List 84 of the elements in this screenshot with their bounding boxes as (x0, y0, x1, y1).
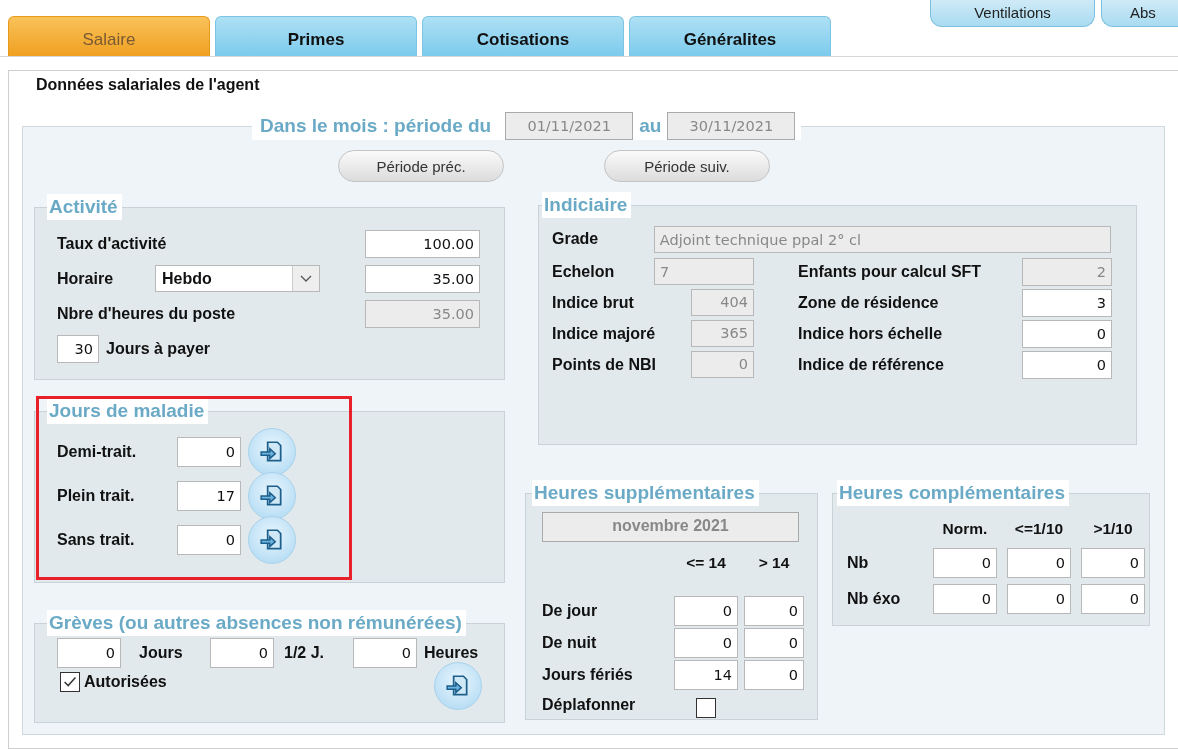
input-field[interactable]: 0 (744, 596, 804, 626)
input-field[interactable]: 3 (1022, 288, 1112, 317)
document-arrow-icon (259, 483, 285, 509)
input-field[interactable]: 30 (57, 334, 99, 363)
group-title: Activité (47, 194, 122, 220)
column-header: <=1/10 (1013, 520, 1065, 539)
column-header: Norm. (941, 520, 989, 539)
field-label: Grade (552, 230, 600, 248)
input-field[interactable]: 0 (1022, 319, 1112, 348)
import-button[interactable] (248, 472, 296, 520)
panel-title: Données salariales de l'agent (35, 75, 261, 95)
field-label: Plein trait. (57, 487, 136, 505)
group-title: Heures supplémentaires (532, 480, 759, 506)
field-label: De nuit (542, 634, 598, 652)
input-field[interactable]: 0 (353, 638, 417, 668)
toolbar-button[interactable]: Ventilations (930, 0, 1095, 27)
field-label: Taux d'activité (57, 234, 167, 253)
month-field: novembre 2021 (542, 512, 799, 542)
input-field[interactable]: 0 (744, 628, 804, 658)
field-label: Nb éxo (847, 590, 902, 608)
tab[interactable]: Primes (215, 16, 417, 56)
field-label: Nb (847, 554, 870, 572)
column-header: <= 14 (685, 553, 727, 573)
input-field[interactable]: 0 (674, 628, 738, 658)
group-title: Heures complémentaires (837, 480, 1069, 506)
document-arrow-icon (259, 527, 285, 553)
input-field[interactable]: 0 (210, 638, 274, 668)
field-label: Indice majoré (552, 324, 656, 343)
field-label: Points de NBI (552, 355, 656, 374)
field-label: 1/2 J. (283, 644, 326, 662)
input-field[interactable]: 0 (57, 638, 121, 668)
input-field[interactable]: 35.00 (365, 264, 480, 293)
period-label: Dans le mois : période du (260, 115, 492, 137)
input-field[interactable]: 0 (1007, 548, 1071, 578)
checkbox[interactable] (60, 672, 80, 692)
chevron-icon (292, 266, 319, 291)
group-title: Indiciaire (542, 192, 632, 218)
field-label: Nbre d'heures du poste (57, 304, 236, 323)
field-label: Indice brut (552, 293, 634, 312)
field-label: Déplafonner (542, 696, 637, 714)
input-field[interactable]: 0 (1022, 350, 1112, 379)
period-button[interactable]: Période suiv. (604, 150, 770, 182)
dropdown[interactable]: Hebdo (155, 265, 320, 292)
column-header: > 14 (757, 553, 791, 573)
input-field[interactable]: 0 (1007, 584, 1071, 614)
input-field[interactable]: 0 (933, 548, 997, 578)
input-field[interactable]: 0 (674, 596, 738, 626)
field-label: Horaire (57, 269, 115, 288)
field-label: Zone de résidence (798, 293, 939, 312)
column-header: >1/10 (1092, 520, 1134, 539)
field-label: Indice hors échelle (798, 324, 943, 343)
input-field[interactable]: 100.00 (365, 229, 480, 258)
group-title: Grèves (ou autres absences non rémunérées) (47, 610, 466, 636)
period-button[interactable]: Période préc. (338, 150, 504, 182)
tab[interactable]: Cotisations (422, 16, 624, 56)
field-label: De jour (542, 602, 599, 620)
field-label: Autorisées (84, 673, 167, 691)
document-arrow-icon (259, 439, 285, 465)
field-label: Jours (138, 644, 184, 662)
input-field[interactable]: 0 (1081, 584, 1145, 614)
field-label: Echelon (552, 262, 615, 281)
field-label: Jours fériés (542, 666, 634, 684)
input-field[interactable]: 0 (177, 437, 241, 467)
document-arrow-icon (445, 673, 471, 699)
field-label: Demi-trait. (57, 443, 138, 461)
toolbar-button[interactable]: Abs (1101, 0, 1178, 27)
field-label: Sans trait. (57, 531, 136, 549)
input-field[interactable]: 17 (177, 481, 241, 511)
field-label: Enfants pour calcul SFT (798, 262, 982, 281)
input-field[interactable]: 0 (1081, 548, 1145, 578)
tab[interactable]: Généralites (629, 16, 831, 56)
input-field[interactable]: 14 (674, 660, 738, 690)
period-connector: au (639, 115, 662, 137)
input-field[interactable]: 0 (744, 660, 804, 690)
field-label: Indice de référence (798, 355, 944, 374)
import-button[interactable] (248, 428, 296, 476)
import-button[interactable] (434, 662, 482, 710)
input-field[interactable]: 0 (177, 525, 241, 555)
field-label: Jours à payer (106, 339, 211, 358)
field-label: Heures (423, 644, 479, 662)
input-field[interactable]: 0 (933, 584, 997, 614)
import-button[interactable] (248, 516, 296, 564)
group-title: Jours de maladie (47, 398, 209, 424)
checkbox[interactable] (696, 698, 716, 718)
